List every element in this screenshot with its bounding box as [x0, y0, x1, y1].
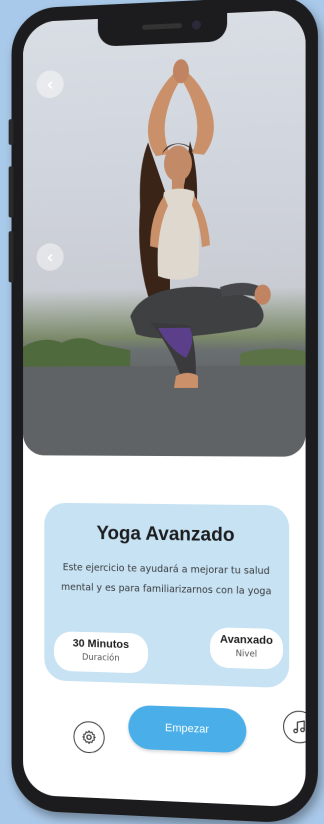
exercise-card: Yoga Avanzado Este ejercicio te ayudará … [44, 502, 290, 689]
settings-button[interactable] [73, 720, 105, 754]
music-button[interactable] [283, 710, 306, 744]
yoga-pose-illustration [23, 59, 306, 457]
phone-frame: ‹ ‹ Yoga Avanzado Este ejercicio te ayud… [8, 0, 318, 824]
app-screen: ‹ ‹ Yoga Avanzado Este ejercicio te ayud… [23, 9, 306, 808]
settings-icon [81, 729, 97, 745]
volume-down-button [8, 231, 14, 283]
exercise-description: Este ejercicio te ayudará a mejorar tu s… [61, 562, 272, 598]
chevron-left-icon: ‹ [46, 246, 54, 268]
level-value: Avanxado [219, 633, 273, 648]
level-label: Nivel [235, 649, 258, 660]
mute-switch [8, 119, 14, 145]
level-pill: Avanxado Nivel [210, 627, 284, 670]
volume-up-button [8, 166, 14, 218]
notch [97, 13, 228, 47]
exercise-title: Yoga Avanzado [96, 523, 235, 547]
back-icon: ‹ [46, 73, 54, 95]
hero-image: ‹ ‹ [23, 9, 306, 457]
duration-value: 30 Minutos [72, 637, 130, 652]
duration-pill: 30 Minutos Duración [53, 631, 149, 674]
duration-label: Duración [82, 652, 120, 664]
start-button[interactable]: Empezar [128, 704, 247, 754]
music-note-icon [291, 719, 305, 736]
